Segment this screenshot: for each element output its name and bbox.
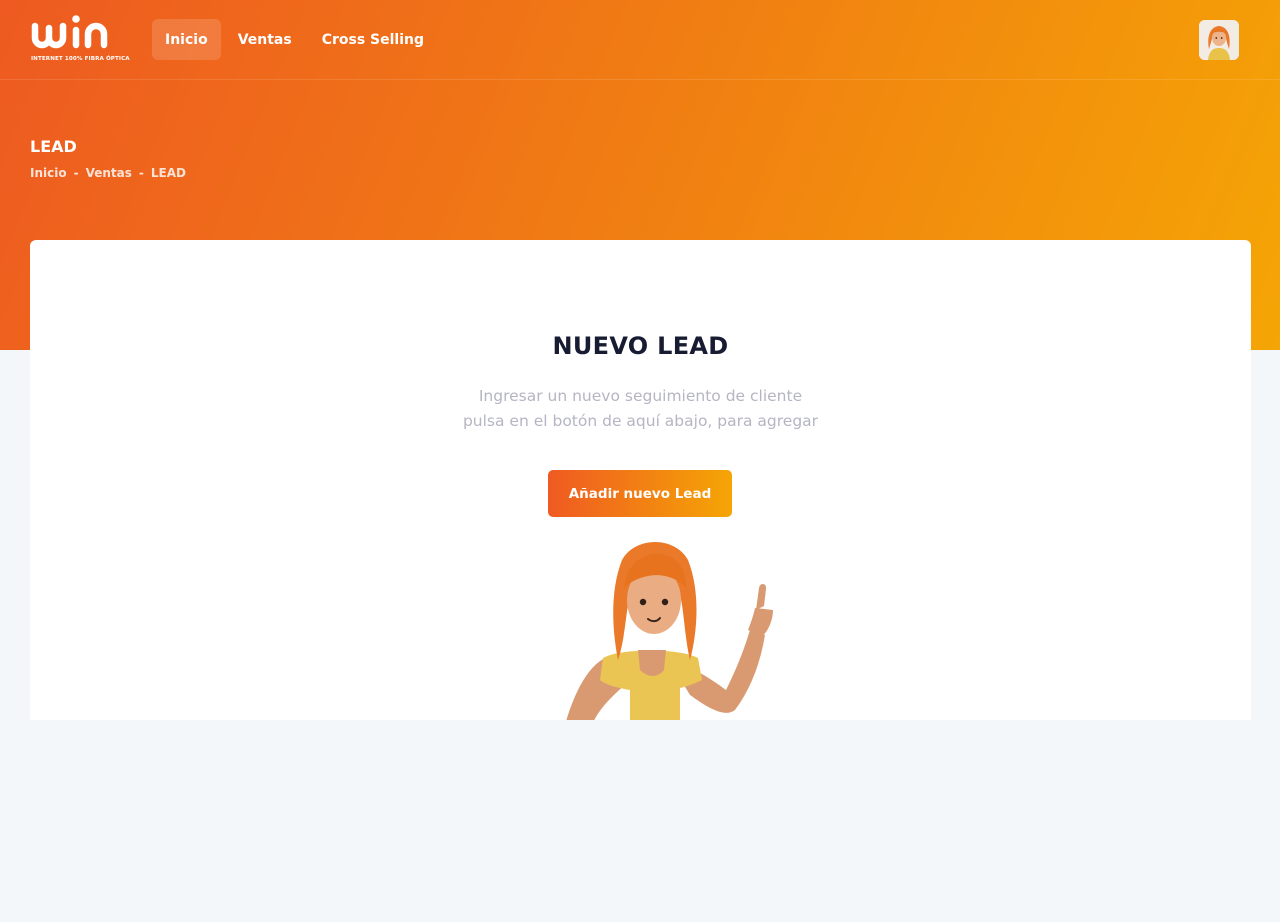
user-avatar[interactable] [1199,20,1239,60]
top-navbar: INTERNET 100% FIBRA ÓPTICA Inicio Ventas… [0,0,1280,80]
new-lead-card: NUEVO LEAD Ingresar un nuevo seguimiento… [30,240,1251,720]
brand-logo[interactable]: INTERNET 100% FIBRA ÓPTICA [30,14,130,68]
nav-item-ventas[interactable]: Ventas [225,19,305,60]
breadcrumb-separator: - [73,166,79,180]
card-title: NUEVO LEAD [552,332,729,360]
breadcrumb-lead: LEAD [150,166,186,180]
character-pointing-icon [566,542,773,720]
breadcrumb-ventas[interactable]: Ventas [86,166,132,180]
page-title: LEAD [30,137,77,156]
card-description-line-1: Ingresar un nuevo seguimiento de cliente [478,387,803,405]
main-nav: Inicio Ventas Cross Selling [152,19,437,60]
win-logo-icon [31,15,108,49]
add-new-lead-button[interactable]: Añadir nuevo Lead [548,470,732,517]
user-avatar-icon [1199,20,1239,60]
character-illustration [530,540,790,720]
nav-item-inicio[interactable]: Inicio [152,19,221,60]
nav-item-cross-selling[interactable]: Cross Selling [309,19,437,60]
breadcrumb: Inicio - Ventas - LEAD [30,166,186,180]
brand-tagline: INTERNET 100% FIBRA ÓPTICA [31,56,130,62]
card-description: Ingresar un nuevo seguimiento de cliente… [30,384,1251,434]
breadcrumb-inicio[interactable]: Inicio [30,166,67,180]
card-description-line-2: pulsa en el botón de aquí abajo, para ag… [462,412,819,430]
breadcrumb-separator: - [138,166,144,180]
